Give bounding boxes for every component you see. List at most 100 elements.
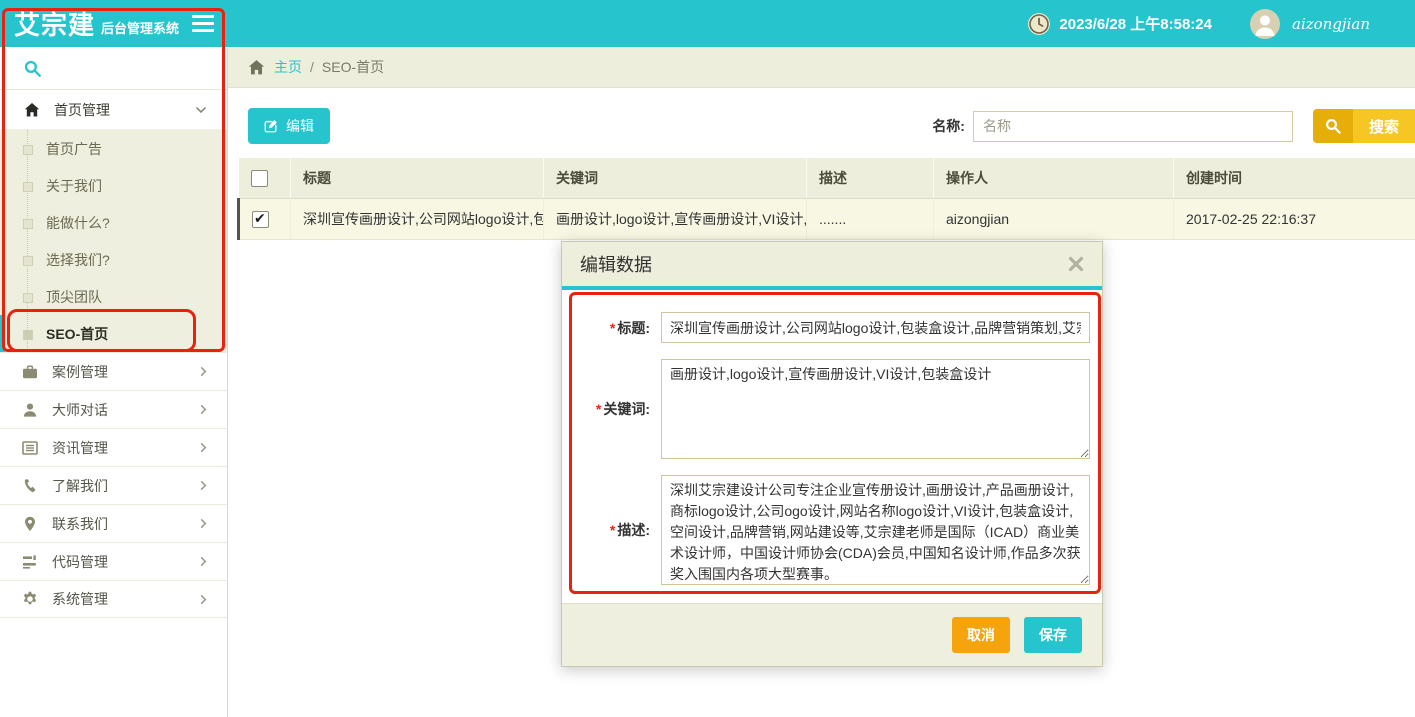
sidebar-item-know-us[interactable]: 了解我们 — [0, 466, 227, 504]
required-mark: * — [610, 522, 615, 538]
column-header-operator: 操作人 — [934, 158, 1174, 199]
required-mark: * — [596, 401, 601, 417]
sidebar-item-home-manage[interactable]: 首页管理 — [0, 90, 227, 130]
breadcrumb-home-link[interactable]: 主页 — [274, 57, 302, 77]
required-mark: * — [610, 320, 615, 336]
sidebar-submenu: 首页广告 关于我们 能做什么? 选择我们? 顶尖团队 SEO-首页 — [0, 130, 227, 352]
list-icon — [22, 440, 38, 456]
column-header-title: 标题 — [291, 158, 544, 199]
cell-title: 深圳宣传画册设计,公司网站logo设计,包装... — [291, 199, 544, 240]
chevron-right-icon — [198, 556, 209, 567]
form-row-description: *描述: 深圳艾宗建设计公司专注企业宣传册设计,画册设计,产品画册设计,商标lo… — [572, 475, 1090, 585]
column-header-description: 描述 — [807, 158, 934, 199]
data-table: 标题 关键词 描述 操作人 创建时间 深圳宣传画册设计,公司网站logo设计,包… — [237, 158, 1415, 240]
description-field-label: *描述: — [572, 520, 650, 540]
submenu-label: 顶尖团队 — [46, 287, 102, 307]
sidebar: 首页管理 首页广告 关于我们 能做什么? 选择我们? 顶尖团队 SEO-首页 案… — [0, 47, 228, 717]
search-icon — [24, 60, 41, 77]
sidebar-item-case-manage[interactable]: 案例管理 — [0, 352, 227, 390]
chevron-right-icon — [198, 404, 209, 415]
sidebar-item-top-team[interactable]: 顶尖团队 — [0, 278, 227, 315]
home-icon — [248, 59, 265, 76]
tasks-icon — [22, 554, 38, 570]
map-marker-icon — [22, 516, 38, 532]
topbar: 艾宗建 后台管理系统 2023/6/28 上午8:58:24 aizongjia… — [0, 0, 1415, 47]
breadcrumb-current: SEO-首页 — [322, 57, 384, 77]
sidebar-item-label: 资讯管理 — [52, 438, 108, 458]
sidebar-item-home-ads[interactable]: 首页广告 — [0, 130, 227, 167]
submenu-label: 能做什么? — [46, 213, 110, 233]
sidebar-item-why-us[interactable]: 选择我们? — [0, 241, 227, 278]
sidebar-item-code-manage[interactable]: 代码管理 — [0, 542, 227, 580]
modal-form: *标题: *关键词: 画册设计,logo设计,宣传画册设计,VI设计,包装盒设计… — [562, 290, 1102, 603]
sidebar-item-label: 大师对话 — [52, 400, 108, 420]
cell-created: 2017-02-25 22:16:37 — [1174, 199, 1415, 240]
sidebar-search[interactable] — [0, 47, 227, 90]
briefcase-icon — [22, 364, 38, 380]
datetime: 2023/6/28 上午8:58:24 — [1059, 13, 1212, 34]
search-group: 名称: 搜索 — [932, 109, 1415, 143]
chevron-right-icon — [198, 594, 209, 605]
gear-icon — [22, 591, 38, 607]
column-header-keywords: 关键词 — [544, 158, 807, 199]
username[interactable]: aizongjian — [1292, 15, 1370, 33]
sidebar-item-what-we-do[interactable]: 能做什么? — [0, 204, 227, 241]
cancel-button[interactable]: 取消 — [952, 617, 1010, 653]
row-checkbox[interactable] — [252, 211, 269, 228]
title-field-label: *标题: — [572, 318, 650, 338]
modal-header: 编辑数据 — [562, 242, 1102, 286]
keywords-field-textarea[interactable]: 画册设计,logo设计,宣传画册设计,VI设计,包装盒设计 — [661, 359, 1090, 459]
brand-title: 艾宗建 — [14, 5, 95, 42]
chevron-down-icon — [195, 104, 207, 116]
table-row[interactable]: 深圳宣传画册设计,公司网站logo设计,包装... 画册设计,logo设计,宣传… — [239, 199, 1415, 240]
home-icon — [24, 102, 40, 118]
page: 艾宗建 后台管理系统 2023/6/28 上午8:58:24 aizongjia… — [0, 0, 1415, 717]
sidebar-item-about-us[interactable]: 关于我们 — [0, 167, 227, 204]
search-button-label: 搜索 — [1353, 109, 1415, 143]
sidebar-item-label: 代码管理 — [52, 552, 108, 572]
name-search-input[interactable] — [973, 111, 1293, 142]
description-field-textarea[interactable]: 深圳艾宗建设计公司专注企业宣传册设计,画册设计,产品画册设计,商标logo设计,… — [661, 475, 1090, 585]
avatar[interactable] — [1250, 9, 1280, 39]
submenu-label: 选择我们? — [46, 250, 110, 270]
sidebar-item-label: 联系我们 — [52, 514, 108, 534]
breadcrumb-separator: / — [310, 59, 314, 75]
search-icon — [1313, 109, 1353, 143]
title-field-input[interactable] — [661, 312, 1090, 343]
sidebar-item-label: 了解我们 — [52, 476, 108, 496]
chevron-right-icon — [198, 518, 209, 529]
chevron-right-icon — [198, 480, 209, 491]
sidebar-item-system-manage[interactable]: 系统管理 — [0, 580, 227, 618]
brand: 艾宗建 后台管理系统 — [0, 0, 228, 47]
sidebar-item-seo-home[interactable]: SEO-首页 — [0, 315, 227, 352]
sidebar-item-label: 首页管理 — [54, 100, 110, 120]
edit-button-label: 编辑 — [286, 116, 314, 136]
save-button[interactable]: 保存 — [1024, 617, 1082, 653]
table-header-row: 标题 关键词 描述 操作人 创建时间 — [239, 158, 1415, 199]
modal-footer: 取消 保存 — [562, 603, 1102, 666]
sidebar-item-label: 系统管理 — [52, 589, 108, 609]
search-button[interactable]: 搜索 — [1313, 109, 1415, 143]
topbar-right: 2023/6/28 上午8:58:24 aizongjian — [1027, 9, 1415, 39]
form-row-keywords: *关键词: 画册设计,logo设计,宣传画册设计,VI设计,包装盒设计 — [572, 359, 1090, 459]
phone-icon — [22, 478, 38, 494]
modal-title: 编辑数据 — [580, 251, 652, 277]
keywords-field-label: *关键词: — [572, 399, 650, 419]
sidebar-item-master-dialog[interactable]: 大师对话 — [0, 390, 227, 428]
sidebar-item-contact-us[interactable]: 联系我们 — [0, 504, 227, 542]
brand-subtitle: 后台管理系统 — [101, 18, 179, 37]
close-icon[interactable] — [1068, 256, 1084, 272]
select-all-checkbox[interactable] — [251, 170, 268, 187]
chevron-right-icon — [198, 366, 209, 377]
sidebar-item-news-manage[interactable]: 资讯管理 — [0, 428, 227, 466]
clock-icon — [1027, 12, 1051, 36]
breadcrumb: 主页 / SEO-首页 — [228, 47, 1415, 88]
hamburger-menu-icon[interactable] — [192, 15, 214, 32]
edit-button[interactable]: 编辑 — [248, 108, 330, 144]
form-row-title: *标题: — [572, 312, 1090, 343]
submenu-label: 关于我们 — [46, 176, 102, 196]
cell-description: ....... — [807, 199, 934, 240]
submenu-label: 首页广告 — [46, 139, 102, 159]
edit-data-modal: 编辑数据 *标题: *关键词: 画册设计,logo设计,宣传画册设计,VI设计,… — [561, 241, 1103, 667]
chevron-right-icon — [198, 442, 209, 453]
